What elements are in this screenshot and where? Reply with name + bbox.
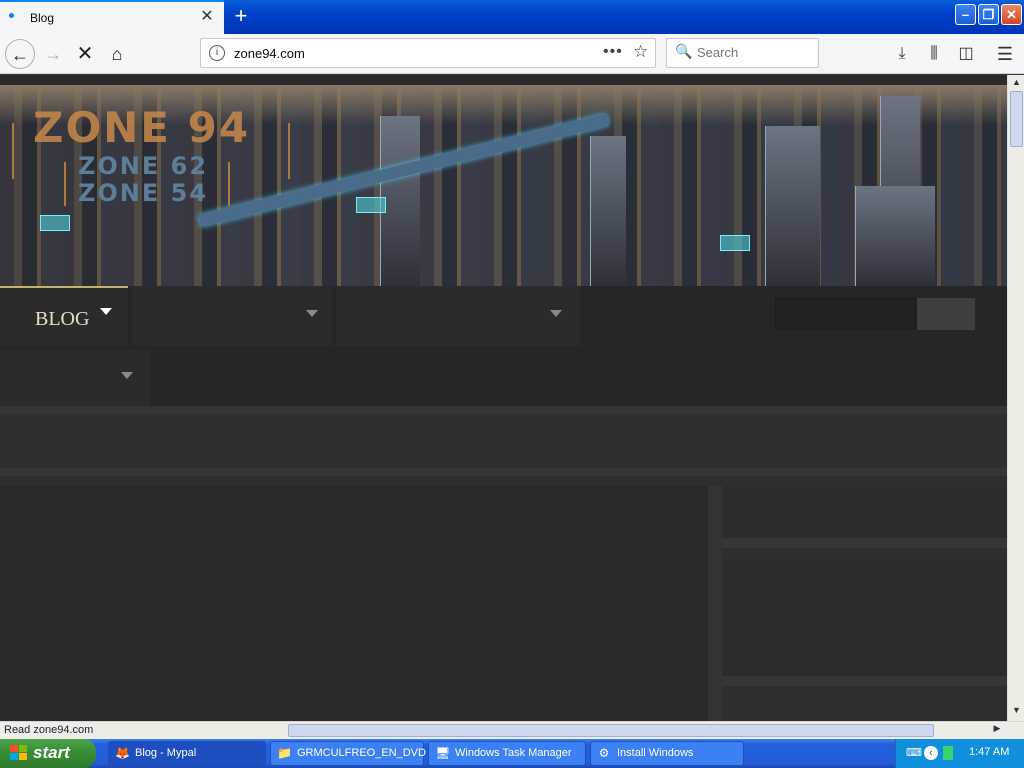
header-banner: ZONE 94 ZONE 62 ZONE 54 — [0, 85, 1007, 286]
start-button[interactable]: start — [0, 739, 96, 768]
chevron-down-icon — [100, 308, 112, 315]
url-bar[interactable]: i zone94.com ••• ☆ — [200, 38, 656, 68]
banner-light — [356, 197, 386, 213]
banner-tower — [380, 116, 420, 286]
status-bar: Read zone94.com ▶ — [0, 721, 1024, 739]
site-menu-bar: BLOG — [0, 286, 1007, 410]
library-icon[interactable]: ⫼ — [923, 43, 945, 65]
new-tab-button[interactable]: + — [230, 5, 252, 27]
banner-tower — [855, 186, 935, 286]
taskbar-item-label: Blog - Mypal — [135, 747, 197, 759]
start-label: start — [33, 743, 70, 762]
taskbar-item-label: Install Windows — [617, 747, 694, 759]
vertical-scrollbar[interactable]: ▲ ▼ — [1007, 75, 1024, 721]
scroll-thumb[interactable] — [288, 724, 934, 737]
banner-tower — [765, 126, 820, 286]
chevron-down-icon — [121, 372, 133, 379]
search-input[interactable] — [697, 45, 807, 60]
column-divider — [708, 486, 722, 721]
tab-strip: Blog ✕ + – ❐ ✕ — [0, 0, 1024, 34]
home-icon[interactable]: ⌂ — [102, 39, 132, 69]
forward-icon[interactable]: → — [38, 39, 68, 69]
bookmark-star-icon[interactable]: ☆ — [633, 42, 648, 62]
windows-logo-icon — [10, 745, 28, 762]
installer-icon: ⚙ — [598, 746, 610, 760]
keyboard-icon[interactable]: ⌨ — [906, 746, 922, 760]
navigation-toolbar: ← → ✕ ⌂ i zone94.com ••• ☆ 🔍 ⤓ ⫼ ◫ ☰ — [0, 34, 1024, 74]
sidebar-icon[interactable]: ◫ — [955, 43, 977, 65]
menu-icon[interactable]: ☰ — [994, 43, 1016, 65]
stop-icon[interactable]: ✕ — [70, 39, 100, 69]
taskbar-item-blog-mypal[interactable]: 🦊 Blog - Mypal — [108, 741, 266, 766]
page-actions-icon[interactable]: ••• — [603, 43, 623, 61]
scroll-up-icon[interactable]: ▲ — [1010, 77, 1023, 91]
taskbar-item-dvd-folder[interactable]: 📁 GRMCULFREO_EN_DVD — [270, 741, 426, 766]
menu-item-blog[interactable]: BLOG — [0, 286, 128, 346]
site-search-button[interactable] — [917, 298, 975, 330]
taskbar-item-label: GRMCULFREO_EN_DVD — [297, 747, 426, 759]
taskbar-item-task-manager[interactable]: 🖥 Windows Task Manager — [428, 741, 586, 766]
window-restore-button[interactable]: ❐ — [978, 4, 999, 25]
taskbar: start 🦊 Blog - Mypal 📁 GRMCULFREO_EN_DVD… — [0, 739, 1024, 768]
status-text: Read zone94.com — [4, 724, 94, 736]
battery-icon[interactable] — [943, 746, 953, 760]
tab-title: Blog — [30, 11, 55, 25]
taskbar-item-install-windows[interactable]: ⚙ Install Windows — [590, 741, 744, 766]
banner-tower — [590, 136, 626, 286]
search-icon: 🔍 — [675, 43, 693, 59]
browser-icon: 🦊 — [115, 746, 130, 760]
taskbar-item-label: Windows Task Manager — [455, 747, 572, 759]
banner-light — [720, 235, 750, 251]
scroll-thumb[interactable] — [1010, 91, 1023, 147]
page-viewport: ZONE 94 ZONE 62 ZONE 54 BLOG — [0, 75, 1007, 721]
site-logo-sub-54: ZONE 54 — [78, 179, 209, 207]
info-icon[interactable]: i — [209, 45, 225, 61]
clock[interactable]: 1:47 AM — [969, 746, 1009, 758]
chevron-down-icon — [550, 310, 562, 317]
tab-close-icon[interactable]: ✕ — [198, 8, 216, 26]
chevron-down-icon — [306, 310, 318, 317]
site-logo[interactable]: ZONE 94 — [33, 103, 250, 152]
menu-item-2[interactable] — [132, 286, 332, 346]
url-text[interactable]: zone94.com — [234, 46, 305, 61]
menu-item-3[interactable] — [336, 286, 580, 346]
folder-icon: 📁 — [277, 746, 292, 760]
back-icon[interactable]: ← — [5, 39, 35, 69]
main-content — [0, 486, 708, 721]
search-bar[interactable]: 🔍 — [666, 38, 819, 68]
page-top-strip — [0, 75, 1007, 85]
system-tray: ⌨ ‹ 1:47 AM — [895, 739, 1024, 768]
task-manager-icon: 🖥 — [435, 746, 451, 760]
menu-item-blog-label: BLOG — [35, 308, 90, 330]
sidebar-widget — [722, 561, 1007, 686]
window-minimize-button[interactable]: – — [955, 4, 976, 25]
sidebar-widget — [722, 486, 1007, 548]
site-search-input[interactable] — [775, 298, 917, 330]
menu-item-4[interactable] — [0, 350, 150, 410]
horizontal-scrollbar[interactable]: ▶ — [288, 723, 1006, 738]
tab-blog[interactable]: Blog ✕ — [0, 0, 224, 34]
banner-light — [40, 215, 70, 231]
site-logo-sub-62: ZONE 62 — [78, 152, 209, 180]
download-icon[interactable]: ⤓ — [891, 43, 913, 65]
scroll-down-icon[interactable]: ▼ — [1010, 705, 1023, 719]
chevron-left-icon[interactable]: ‹ — [924, 746, 938, 760]
page-band — [0, 406, 1007, 476]
scroll-right-icon[interactable]: ▶ — [990, 723, 1004, 738]
window-close-button[interactable]: ✕ — [1001, 4, 1022, 25]
loading-dot-icon — [9, 13, 14, 18]
